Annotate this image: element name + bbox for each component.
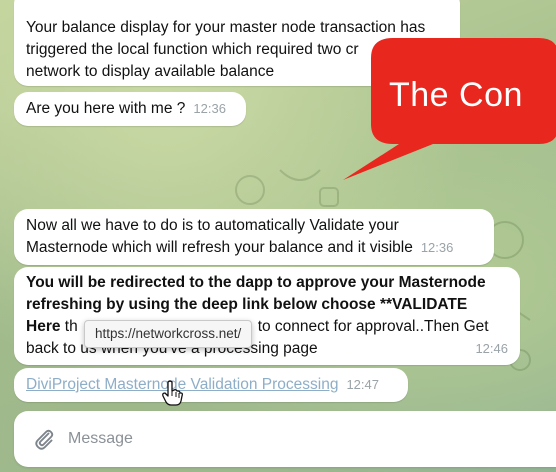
message-timestamp: 12:36 (193, 101, 226, 116)
hand-cursor-icon (162, 380, 183, 406)
message-timestamp: 12:46 (475, 341, 508, 356)
message-composer (14, 411, 556, 467)
message-text: th (60, 318, 78, 335)
message-input[interactable] (68, 421, 508, 457)
message-bubble: DiviProject Masternode Validation Proces… (14, 368, 408, 402)
message-text: Are you here with me ? (26, 100, 186, 117)
message-text: You will be redirected to the dapp to ap… (26, 274, 486, 291)
callout-text: The Con (389, 76, 523, 114)
message-timestamp: 12:47 (346, 377, 379, 392)
message-text: Here (26, 318, 61, 335)
message-text: Masternode which will refresh your balan… (26, 239, 413, 256)
message-bubble: You will be redirected to the dapp to ap… (14, 267, 520, 365)
paperclip-icon[interactable] (32, 427, 56, 451)
message-bubble: Now all we have to do is to automaticall… (14, 209, 494, 265)
link-tooltip: https://networkcross.net/ (84, 320, 253, 348)
message-text: Now all we have to do is to automaticall… (26, 217, 399, 234)
message-text: refreshing by using the deep link below … (26, 296, 468, 313)
message-bubble: Are you here with me ? 12:36 (14, 92, 246, 126)
message-timestamp: 12:36 (420, 240, 454, 255)
message-text: to connect for approval..Then Get (257, 318, 489, 335)
